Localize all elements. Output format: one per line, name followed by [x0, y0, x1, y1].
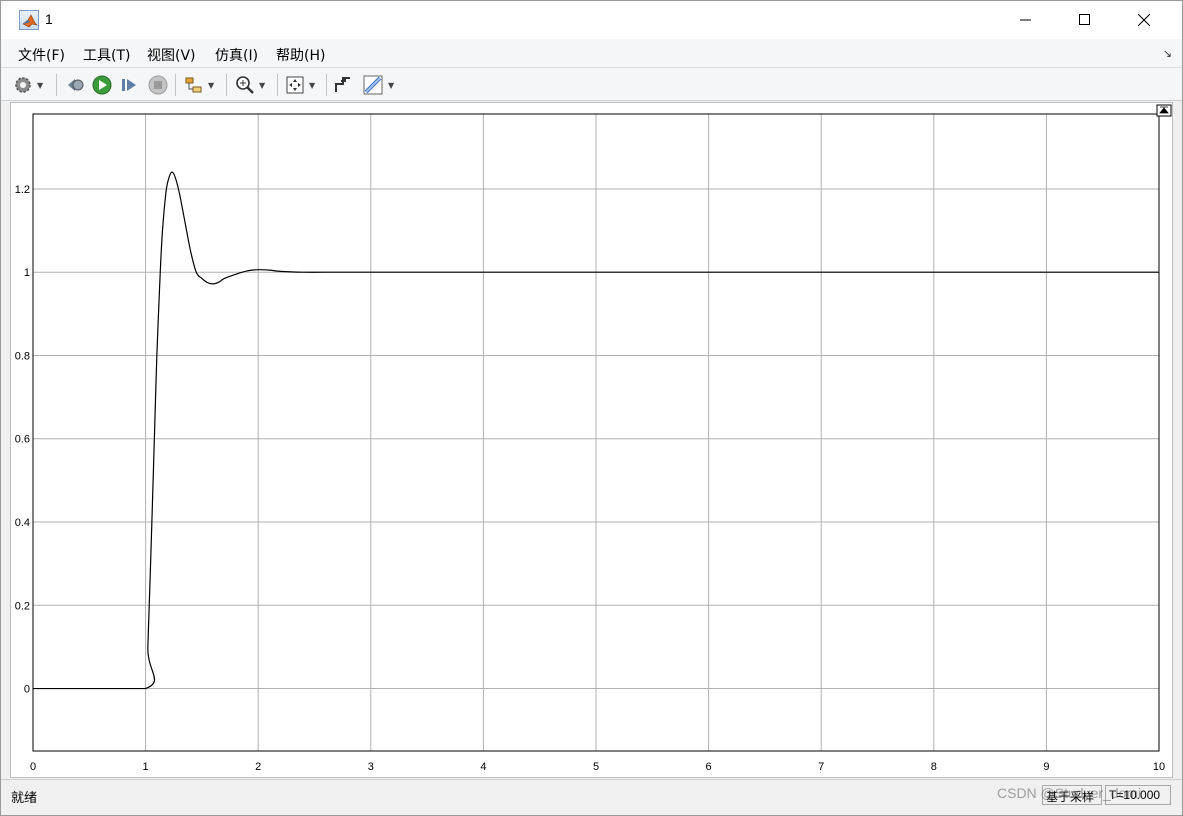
y-tick-label: 0.6: [15, 434, 30, 446]
run-button[interactable]: [91, 73, 113, 97]
dock-arrow-icon[interactable]: ↘: [1163, 47, 1172, 60]
minimize-button[interactable]: [997, 1, 1055, 39]
style-icon: [335, 77, 350, 92]
maximize-icon: [1079, 14, 1090, 25]
status-text: 就绪: [11, 791, 38, 806]
signal-select-icon: [185, 77, 202, 93]
measure-caret-icon[interactable]: ▼: [388, 81, 394, 90]
y-tick-label: 0.8: [15, 350, 30, 362]
undock-button[interactable]: [1156, 104, 1172, 117]
x-tick-label: 3: [368, 761, 374, 773]
fit-to-view-caret-icon[interactable]: ▼: [309, 81, 315, 90]
close-button[interactable]: [1115, 1, 1173, 39]
menu-file[interactable]: 文件(F): [18, 45, 65, 65]
toolbar-separator: [56, 74, 57, 96]
x-tick-label: 9: [1043, 761, 1049, 773]
toolbar-separator: [326, 74, 327, 96]
zoom-in-icon: [236, 76, 254, 94]
y-tick-label: 0.2: [15, 600, 30, 612]
toolbar-separator: [277, 74, 278, 96]
watermark-text: CSDN @Studyer_domi: [997, 785, 1142, 801]
signal-select-button[interactable]: ▼: [184, 73, 214, 97]
menu-help[interactable]: 帮助(H): [276, 45, 325, 65]
step-back-button[interactable]: [65, 73, 85, 97]
toolbar-separator: [226, 74, 227, 96]
minimize-icon: [1020, 19, 1031, 21]
step-back-icon: [68, 79, 84, 91]
toolbar-separator: [175, 74, 176, 96]
x-tick-label: 8: [931, 761, 937, 773]
y-tick-label: 0.4: [15, 517, 30, 529]
x-tick-label: 4: [480, 761, 486, 773]
x-tick-label: 10: [1153, 761, 1165, 773]
close-icon: [1138, 14, 1150, 26]
title-bar[interactable]: 1: [1, 1, 1182, 39]
settings-gear-icon: [15, 77, 31, 93]
measure-button[interactable]: ▼: [362, 73, 394, 97]
x-tick-label: 5: [593, 761, 599, 773]
menu-view[interactable]: 视图(V): [147, 45, 196, 65]
menu-tools[interactable]: 工具(T): [83, 45, 130, 65]
window-title: 1: [45, 11, 53, 27]
y-tick-label: 1.2: [15, 184, 30, 196]
toolbar: ▼ ▼ ▼ ▼ ▼: [1, 67, 1182, 101]
x-tick-label: 6: [706, 761, 712, 773]
x-tick-label: 2: [255, 761, 261, 773]
y-tick-label: 0: [24, 684, 30, 696]
fit-to-view-icon: [286, 76, 304, 94]
menu-bar: 文件(F) 工具(T) 视图(V) 仿真(I) 帮助(H) ↘: [1, 39, 1182, 67]
x-tick-label: 0: [30, 761, 36, 773]
y-tick-label: 1: [24, 267, 30, 279]
matlab-logo-icon: [19, 10, 39, 30]
scope-plot[interactable]: 0 1 2 3 4 5 6 7 8 9 10 0 0.2 0.4 0.6 0.8 1 1.2: [11, 103, 1174, 779]
settings-button[interactable]: ▼: [13, 73, 43, 97]
run-icon: [92, 75, 112, 95]
signal-select-caret-icon[interactable]: ▼: [208, 81, 214, 90]
measure-icon: [363, 75, 383, 95]
scope-window: 1 文件(F) 工具(T) 视图(V) 仿真(I) 帮助(H) ↘ ▼ ▼ ▼ …: [0, 0, 1183, 816]
maximize-button[interactable]: [1056, 1, 1114, 39]
step-forward-button[interactable]: [119, 73, 139, 97]
zoom-caret-icon[interactable]: ▼: [259, 81, 265, 90]
x-tick-label: 1: [143, 761, 149, 773]
fit-to-view-button[interactable]: ▼: [285, 73, 315, 97]
plot-panel[interactable]: 0 1 2 3 4 5 6 7 8 9 10 0 0.2 0.4 0.6 0.8 1 1.2: [10, 102, 1173, 778]
style-button[interactable]: [333, 73, 353, 97]
settings-caret-icon[interactable]: ▼: [37, 81, 43, 90]
stop-button[interactable]: [147, 73, 169, 97]
x-tick-label: 7: [818, 761, 824, 773]
step-forward-icon: [122, 79, 136, 91]
stop-icon: [148, 75, 168, 95]
zoom-button[interactable]: ▼: [235, 73, 265, 97]
menu-simulation[interactable]: 仿真(I): [215, 45, 258, 65]
